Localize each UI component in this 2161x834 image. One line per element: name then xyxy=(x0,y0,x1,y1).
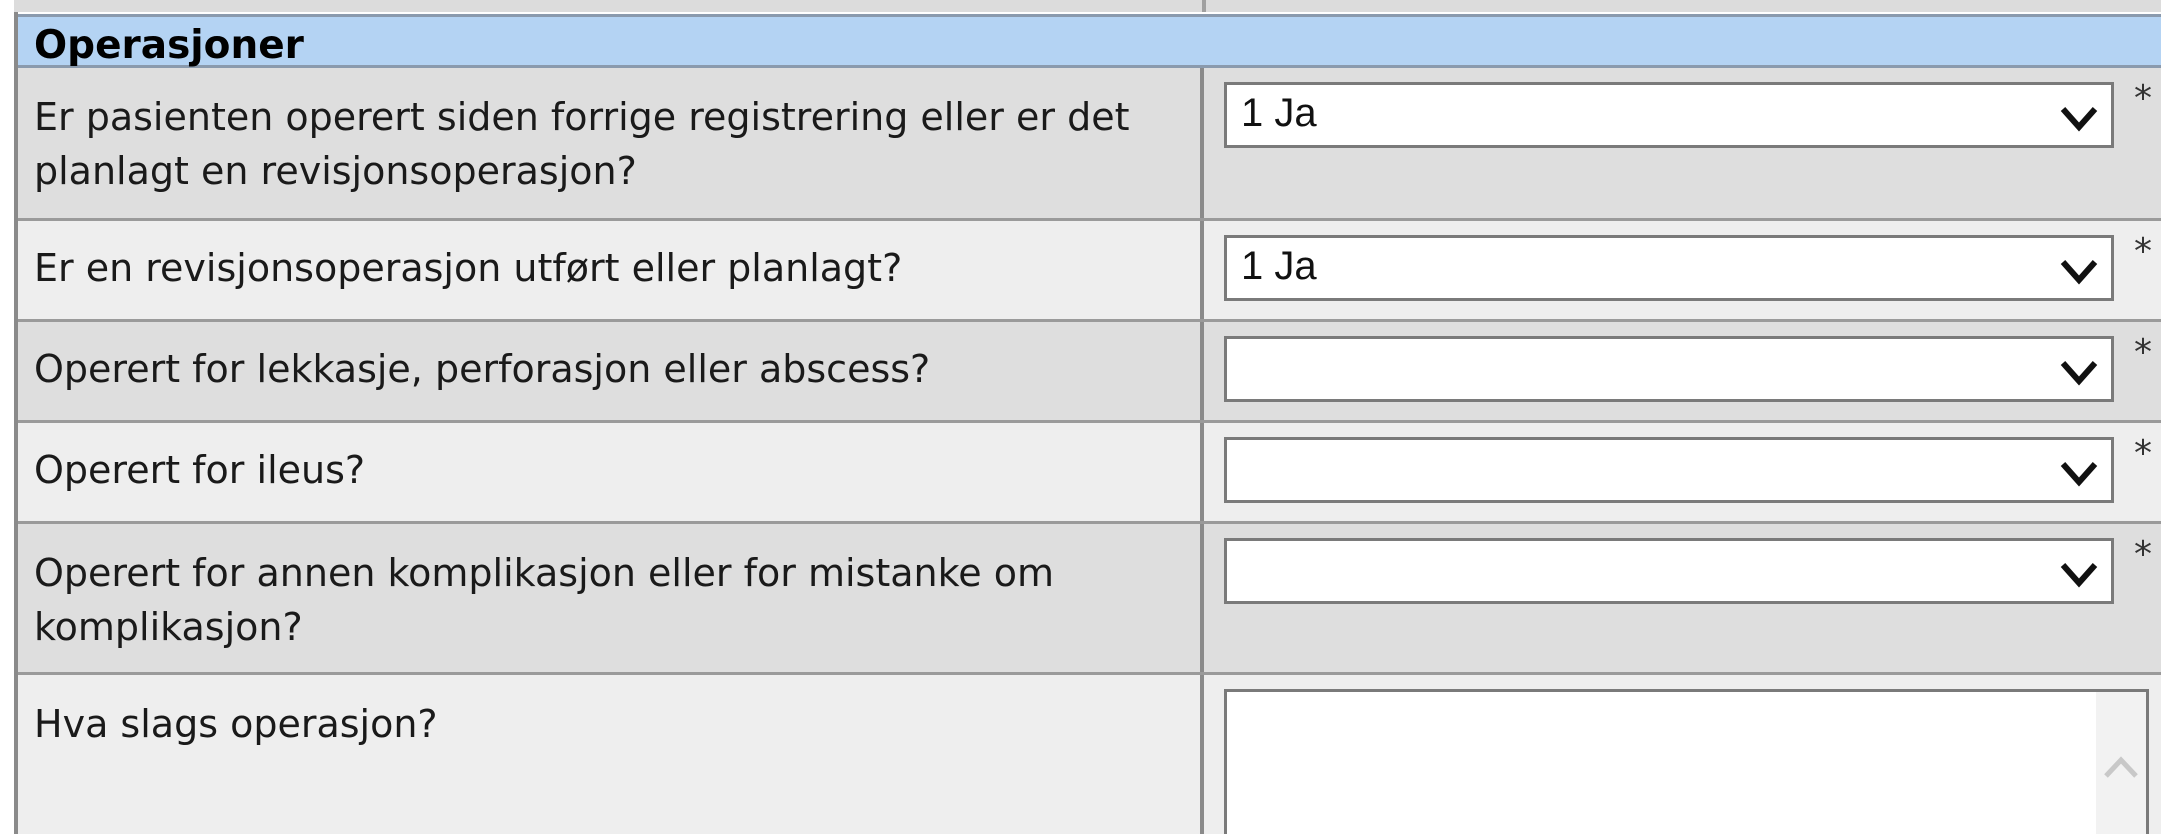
chevron-down-icon xyxy=(2060,107,2098,132)
chevron-down-icon xyxy=(2060,563,2098,588)
operation-type-textarea[interactable] xyxy=(1224,689,2149,834)
question-label: Operert for lekkasje, perforasjon eller … xyxy=(34,347,931,391)
required-marker: * xyxy=(2134,534,2152,575)
previous-row-strip xyxy=(14,0,2161,12)
question-label: Operert for annen komplikasjon eller for… xyxy=(34,551,1054,649)
question-row: Operert for lekkasje, perforasjon eller … xyxy=(14,322,2161,420)
question-row: Hva slags operasjon? xyxy=(14,675,2161,834)
required-marker: * xyxy=(2134,231,2152,272)
section-title: Operasjoner xyxy=(34,23,304,68)
required-marker: * xyxy=(2134,78,2152,119)
revision-select[interactable]: 1 Ja xyxy=(1224,235,2114,301)
required-marker: * xyxy=(2134,433,2152,474)
question-row: Er en revisjonsoperasjon utført eller pl… xyxy=(14,221,2161,319)
select-value: 1 Ja xyxy=(1241,244,1317,288)
question-label: Hva slags operasjon? xyxy=(34,702,438,746)
section-header: Operasjoner xyxy=(14,14,2161,68)
question-row: Operert for annen komplikasjon eller for… xyxy=(14,524,2161,672)
question-row: Er pasienten operert siden forrige regis… xyxy=(14,68,2161,218)
leak-select[interactable] xyxy=(1224,336,2114,402)
operated-select[interactable]: 1 Ja xyxy=(1224,82,2114,148)
chevron-down-icon xyxy=(2060,260,2098,285)
chevron-down-icon xyxy=(2060,361,2098,386)
textarea-scrollbar[interactable] xyxy=(2096,692,2146,834)
question-label: Er pasienten operert siden forrige regis… xyxy=(34,95,1130,193)
question-row: Operert for ileus? * xyxy=(14,423,2161,521)
question-label: Operert for ileus? xyxy=(34,448,366,492)
chevron-up-icon[interactable] xyxy=(2102,752,2140,782)
other-complication-select[interactable] xyxy=(1224,538,2114,604)
question-label: Er en revisjonsoperasjon utført eller pl… xyxy=(34,246,903,290)
ileus-select[interactable] xyxy=(1224,437,2114,503)
select-value: 1 Ja xyxy=(1241,91,1317,135)
chevron-down-icon xyxy=(2060,462,2098,487)
operations-form: Operasjoner Er pasienten operert siden f… xyxy=(0,0,2161,834)
required-marker: * xyxy=(2134,332,2152,373)
table-left-border xyxy=(14,12,18,834)
